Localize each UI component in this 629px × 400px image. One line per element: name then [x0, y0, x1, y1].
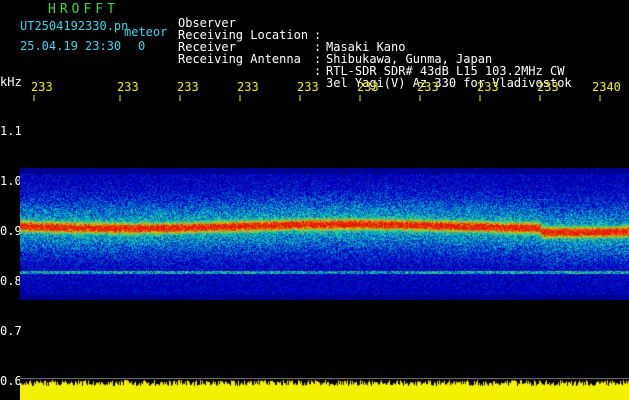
info-row-observer: Observer : Masaki Kano — [178, 5, 628, 53]
signal-level-meter — [20, 378, 629, 400]
time-tick: 233 — [357, 80, 379, 94]
y-tick-label: 0.6 — [0, 374, 22, 388]
y-tick-label: 1.0 — [0, 174, 22, 188]
app-title: HROFFT — [48, 2, 119, 17]
time-tick: 233 — [117, 80, 139, 94]
time-tick: 233 — [477, 80, 499, 94]
time-tick: 233 — [177, 80, 199, 94]
time-tick: 2340 — [592, 80, 621, 94]
info-separator: : — [314, 64, 322, 78]
file-name: UT2504192330.pn — [20, 19, 129, 33]
time-tick: 233 — [417, 80, 439, 94]
y-tick-label: 0.9 — [0, 224, 22, 238]
file-count: 0 — [138, 39, 146, 53]
y-tick-label: 0.7 — [0, 324, 22, 338]
info-label: Receiving Antenna — [178, 52, 301, 66]
time-tick: 233 — [297, 80, 319, 94]
info-row-location: Receiving Location : Shibukawa, Gunma, J… — [178, 17, 628, 65]
spectrogram-waterfall — [20, 168, 629, 300]
y-tick-label: 0.8 — [0, 274, 22, 288]
file-mode: meteor — [124, 25, 168, 39]
info-row-antenna: Receiving Antenna : 3el Yagi(V) Az 330 f… — [178, 41, 628, 89]
time-tick: 233 — [537, 80, 559, 94]
time-tick: 233 — [31, 80, 53, 94]
y-tick-label: 1.1 — [0, 124, 22, 138]
time-tick: 233 — [237, 80, 259, 94]
file-datetime: 25.04.19 23:30 — [20, 39, 122, 53]
info-row-receiver: Receiver : RTL-SDR SDR# 43dB L15 103.2MH… — [178, 29, 628, 77]
